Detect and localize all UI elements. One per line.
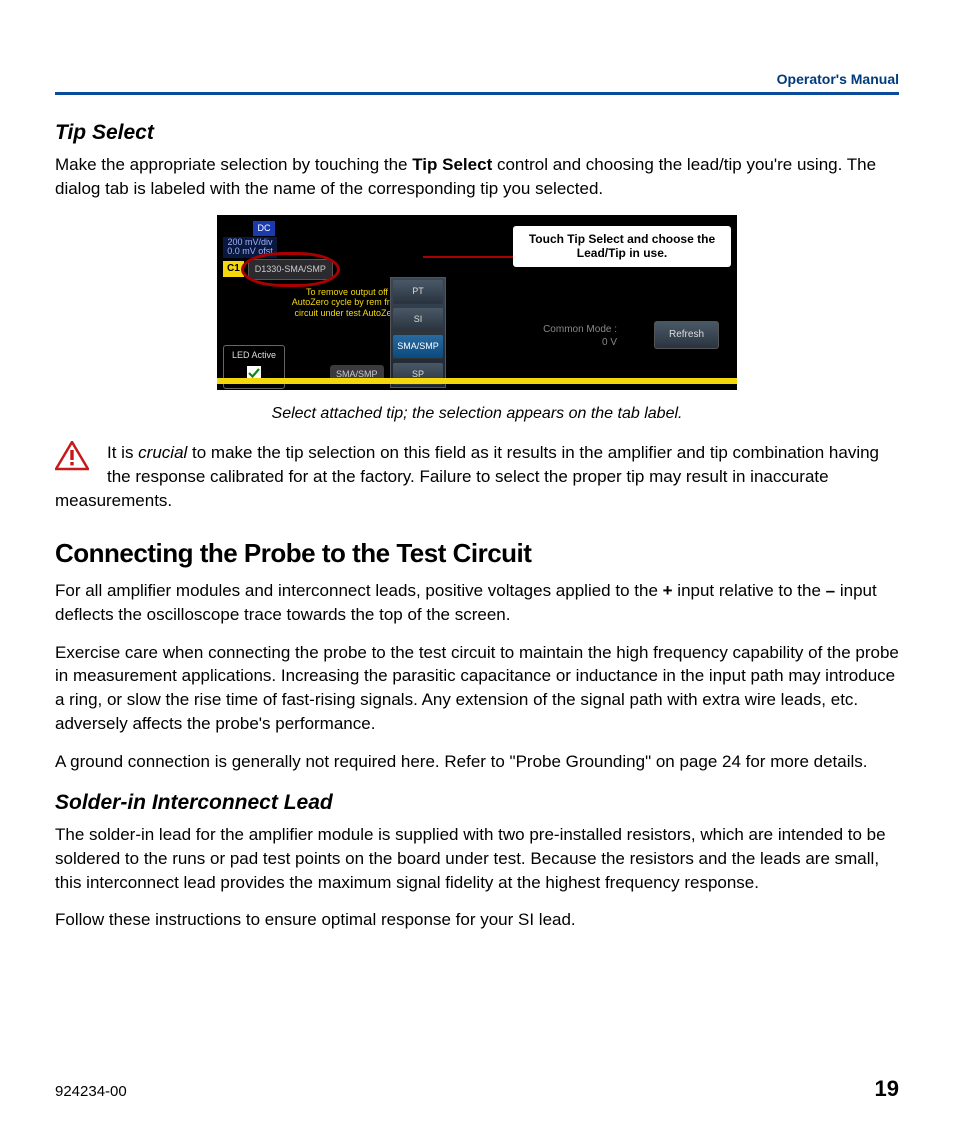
- tip-option-pt[interactable]: PT: [393, 280, 443, 304]
- text: For all amplifier modules and interconne…: [55, 581, 663, 600]
- connecting-p2: Exercise care when connecting the probe …: [55, 641, 899, 736]
- tip-select-bold: Tip Select: [412, 155, 492, 174]
- warning-icon: [55, 441, 89, 471]
- figure-caption: Select attached tip; the selection appea…: [55, 403, 899, 425]
- warning-block: It is crucial to make the tip selection …: [55, 441, 899, 512]
- page-number: 19: [875, 1074, 899, 1105]
- tip-option-si[interactable]: SI: [393, 308, 443, 332]
- yellow-bar: [217, 378, 737, 384]
- figure-wrap: DC 200 mV/div 0.0 mV ofst C1 D1330-SMA/S…: [55, 215, 899, 397]
- channel-indicator: DC 200 mV/div 0.0 mV ofst: [223, 221, 283, 258]
- common-mode-label: Common Mode :: [543, 323, 617, 336]
- page-content: Tip Select Make the appropriate selectio…: [55, 118, 899, 932]
- coupling-badge: DC: [253, 221, 275, 236]
- refresh-button[interactable]: Refresh: [654, 321, 719, 349]
- tip-select-paragraph: Make the appropriate selection by touchi…: [55, 153, 899, 201]
- check-icon: [248, 367, 260, 379]
- common-mode-readout: Common Mode : 0 V: [543, 323, 617, 349]
- text: input relative to the: [673, 581, 826, 600]
- solder-p2: Follow these instructions to ensure opti…: [55, 908, 899, 932]
- tip-select-label: D1330-SMA/SMP: [255, 264, 326, 274]
- plus-symbol: +: [663, 581, 673, 600]
- warning-text-a: It is: [107, 443, 138, 462]
- heading-connecting: Connecting the Probe to the Test Circuit: [55, 535, 899, 571]
- autozero-hint: To remove output off AutoZero cycle by r…: [287, 287, 407, 318]
- tip-select-figure: DC 200 mV/div 0.0 mV ofst C1 D1330-SMA/S…: [217, 215, 737, 390]
- scale-readout: 200 mV/div 0.0 mV ofst: [223, 237, 277, 259]
- common-mode-value: 0 V: [543, 336, 617, 349]
- header-rule: [55, 92, 899, 95]
- channel-tab[interactable]: C1 D1330-SMA/SMP: [223, 259, 333, 280]
- callout-box: Touch Tip Select and choose the Lead/Tip…: [512, 225, 732, 268]
- tip-option-list[interactable]: PT SI SMA/SMP SP: [390, 277, 446, 388]
- connecting-p3: A ground connection is generally not req…: [55, 750, 899, 774]
- solder-p1: The solder-in lead for the amplifier mod…: [55, 823, 899, 894]
- led-active-label: LED Active: [232, 349, 276, 362]
- doc-number: 924234-00: [55, 1081, 127, 1102]
- tip-option-sma-smp[interactable]: SMA/SMP: [393, 335, 443, 359]
- warning-crucial: crucial: [138, 443, 187, 462]
- offset-line: 0.0 mV ofst: [225, 247, 275, 257]
- channel-badge: C1: [223, 261, 244, 277]
- tip-select-button[interactable]: D1330-SMA/SMP: [248, 259, 333, 280]
- connecting-p1: For all amplifier modules and interconne…: [55, 579, 899, 627]
- heading-solder: Solder-in Interconnect Lead: [55, 788, 899, 817]
- minus-symbol: –: [826, 581, 835, 600]
- page-footer: 924234-00 19: [55, 1074, 899, 1105]
- heading-tip-select: Tip Select: [55, 118, 899, 147]
- header-doc-title: Operator's Manual: [777, 70, 899, 90]
- text: Make the appropriate selection by touchi…: [55, 155, 412, 174]
